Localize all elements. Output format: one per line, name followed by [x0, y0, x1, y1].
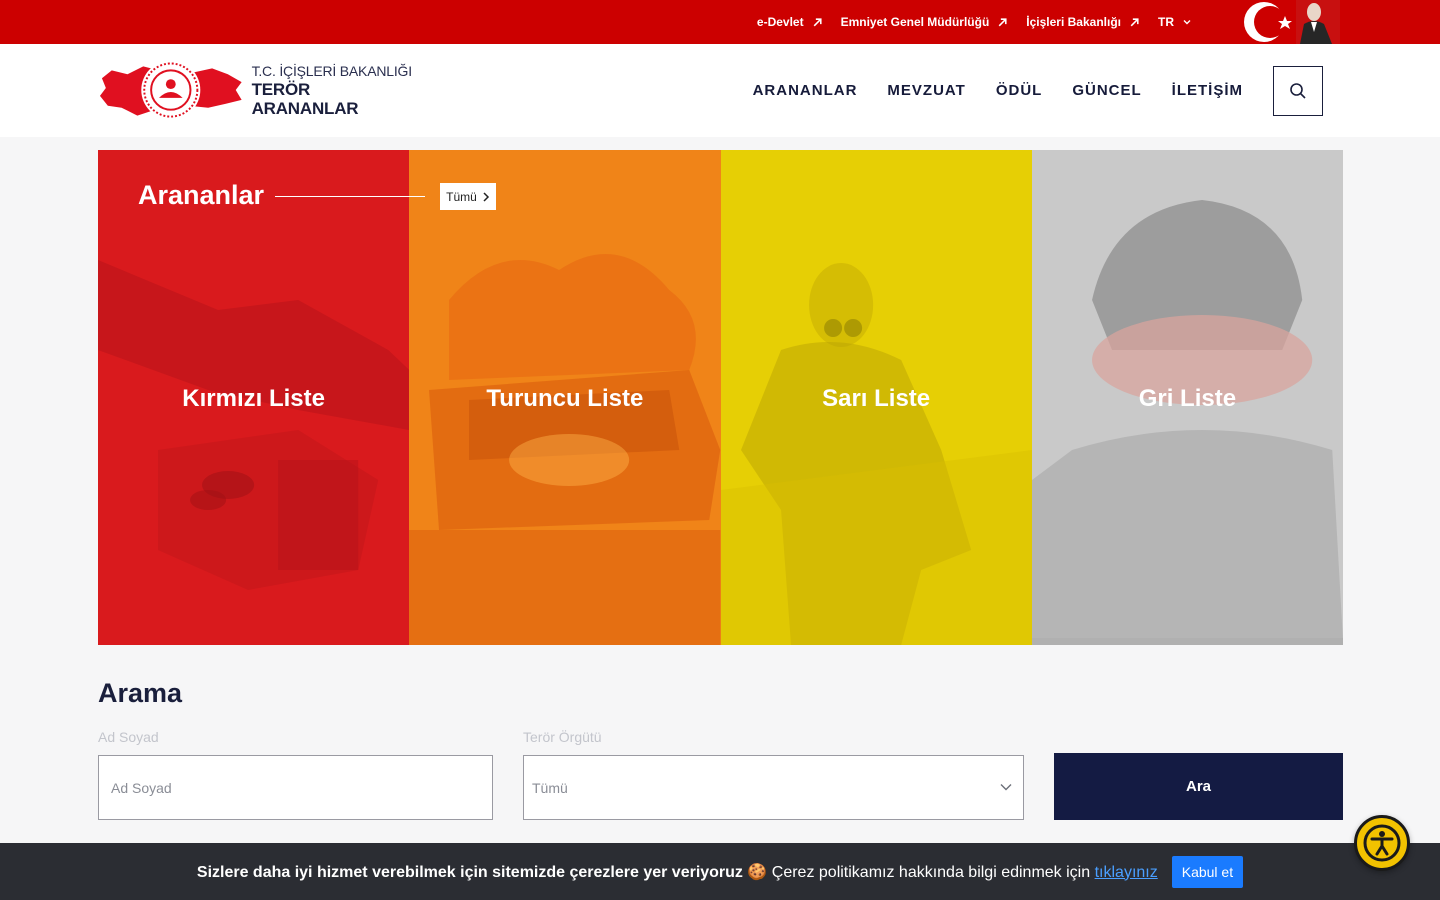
flag-ataturk-image	[1240, 0, 1340, 44]
org-select[interactable]: Tümü	[523, 755, 1024, 820]
accessibility-icon	[1363, 824, 1401, 862]
cookie-message: Sizlere daha iyi hizmet verebilmek için …	[197, 862, 1158, 882]
panel-kirmizi-label: Kırmızı Liste	[182, 385, 325, 412]
edevlet-link-label: e-Devlet	[756, 15, 804, 29]
external-link-icon	[1130, 17, 1139, 26]
all-wanted-button[interactable]: Tümü	[440, 183, 496, 210]
cookie-policy-text: Çerez politikamız hakkında bilgi edinmek…	[771, 863, 1091, 881]
logo-line-title: TERÖR ARANANLAR	[251, 79, 359, 119]
search-section-title: Arama	[98, 678, 183, 708]
language-selector[interactable]: TR	[1158, 15, 1192, 29]
nav-guncel[interactable]: GÜNCEL	[1072, 82, 1141, 99]
top-bar: e-Devlet Emniyet Genel Müdürlüğü İçişler…	[0, 0, 1440, 44]
panel-sari-label: Sarı Liste	[822, 385, 931, 412]
nav-arananlar[interactable]: ARANANLAR	[753, 82, 858, 99]
egm-link[interactable]: Emniyet Genel Müdürlüğü	[841, 15, 1009, 29]
edevlet-link[interactable]: e-Devlet	[757, 15, 823, 29]
search-submit-button[interactable]: Ara	[1054, 753, 1343, 820]
top-links: e-Devlet Emniyet Genel Müdürlüğü İçişler…	[757, 0, 1192, 44]
main-nav: ARANANLAR MEVZUAT ÖDÜL GÜNCEL İLETİŞİM	[753, 44, 1243, 137]
language-label: TR	[1158, 15, 1174, 29]
panel-kirmizi-liste[interactable]: Kırmızı Liste	[98, 150, 410, 645]
accessibility-button[interactable]	[1354, 815, 1410, 871]
nav-odul[interactable]: ÖDÜL	[996, 82, 1043, 99]
name-input[interactable]: Ad Soyad	[98, 755, 493, 820]
search-icon	[1290, 83, 1306, 99]
turkey-map-emblem-icon	[99, 60, 242, 120]
wanted-lists-hero: Kırmızı Liste Turuncu Liste Sarı Liste G…	[98, 150, 1343, 645]
name-input-placeholder: Ad Soyad	[111, 779, 172, 796]
org-select-value: Tümü	[532, 779, 568, 796]
all-wanted-label: Tümü	[446, 189, 477, 204]
panel-gri-liste[interactable]: Gri Liste	[1031, 150, 1343, 645]
external-link-icon	[813, 17, 822, 26]
org-field-label: Terör Örgütü	[523, 729, 602, 745]
hero-title: Arananlar	[138, 180, 265, 210]
cookie-icon: 🍪	[747, 863, 768, 881]
cookie-banner: Sizlere daha iyi hizmet verebilmek için …	[0, 843, 1440, 900]
nav-mevzuat[interactable]: MEVZUAT	[887, 82, 965, 99]
panel-gri-label: Gri Liste	[1138, 385, 1237, 412]
nav-iletisim[interactable]: İLETİŞİM	[1172, 82, 1243, 99]
hero-divider	[275, 196, 425, 197]
chevron-down-icon	[1000, 784, 1012, 791]
accept-cookies-button[interactable]: Kabul et	[1171, 855, 1244, 888]
egm-link-label: Emniyet Genel Müdürlüğü	[840, 15, 990, 29]
search-button[interactable]	[1273, 66, 1323, 116]
cookie-policy-link[interactable]: tıklayınız	[1095, 864, 1158, 881]
chevron-right-icon	[483, 191, 489, 202]
external-link-icon	[998, 17, 1007, 26]
icisleri-link-label: İçişleri Bakanlığı	[1026, 15, 1121, 29]
name-field-label: Ad Soyad	[98, 729, 159, 745]
panel-sari-liste[interactable]: Sarı Liste	[720, 150, 1032, 645]
icisleri-link[interactable]: İçişleri Bakanlığı	[1026, 15, 1140, 29]
panel-turuncu-label: Turuncu Liste	[486, 385, 644, 412]
logo-line-ministry: T.C. İÇİŞLERİ BAKANLIĞI	[251, 63, 413, 80]
chevron-down-icon	[1183, 20, 1191, 25]
cookie-bold-text: Sizlere daha iyi hizmet verebilmek için …	[196, 863, 743, 881]
site-logo[interactable]: T.C. İÇİŞLERİ BAKANLIĞI TERÖR ARANANLAR	[98, 56, 418, 126]
main-header: T.C. İÇİŞLERİ BAKANLIĞI TERÖR ARANANLAR …	[0, 44, 1440, 137]
panel-turuncu-liste[interactable]: Turuncu Liste	[409, 150, 721, 645]
